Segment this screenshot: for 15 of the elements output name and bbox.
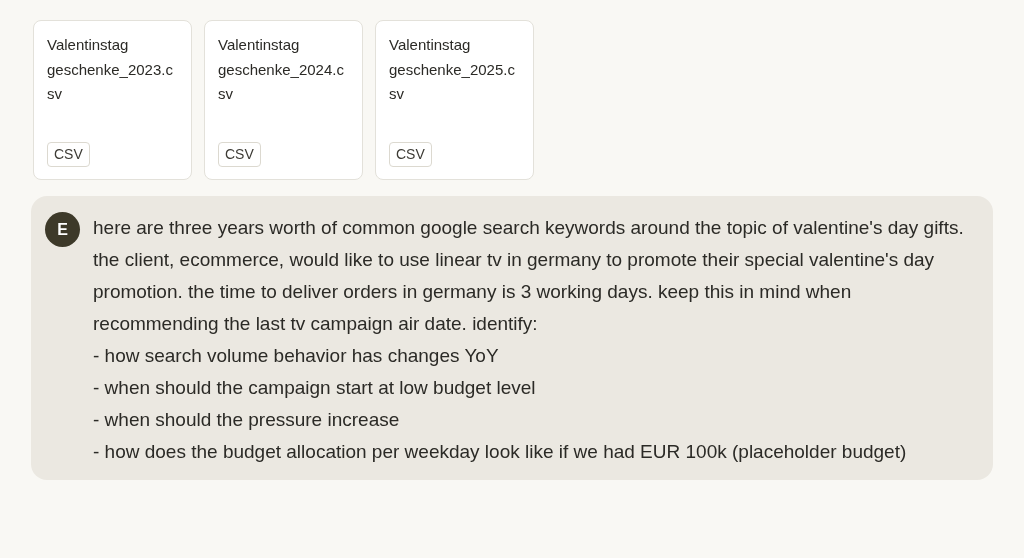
file-name: Valentinstag geschenke_2024.csv — [218, 35, 345, 104]
file-card[interactable]: Valentinstag geschenke_2023.csv CSV — [33, 20, 192, 180]
file-name: Valentinstag geschenke_2023.csv — [47, 35, 174, 104]
file-card[interactable]: Valentinstag geschenke_2024.csv CSV — [204, 20, 363, 180]
message-text: - when should the pressure increase — [93, 408, 401, 432]
message-text: - when should the campaign start at low budget level — [93, 376, 537, 400]
file-type-label: CSV — [389, 142, 432, 167]
message-text: - how does the budget allocation per weekday look like if we had EUR 100k (placeholder budget) — [93, 440, 908, 464]
file-type-label: CSV — [47, 142, 90, 167]
file-type-label: CSV — [218, 142, 261, 167]
message-text: here are three years worth of common google search keywords around the topic of valentine's day gifts. the client, ecommerce, would like to use linear tv in germany to promote their special valentine's day promotion. the time to deliver orders in germany is 3 working days. keep this in mind when recommending the last tv campaign air date. identify: — [93, 216, 965, 336]
message-text: - how search volume behavior has changes YoY — [93, 344, 500, 368]
file-name: Valentinstag geschenke_2025.csv — [389, 35, 516, 104]
file-card[interactable]: Valentinstag geschenke_2025.csv CSV — [375, 20, 534, 180]
user-avatar: E — [45, 212, 80, 247]
